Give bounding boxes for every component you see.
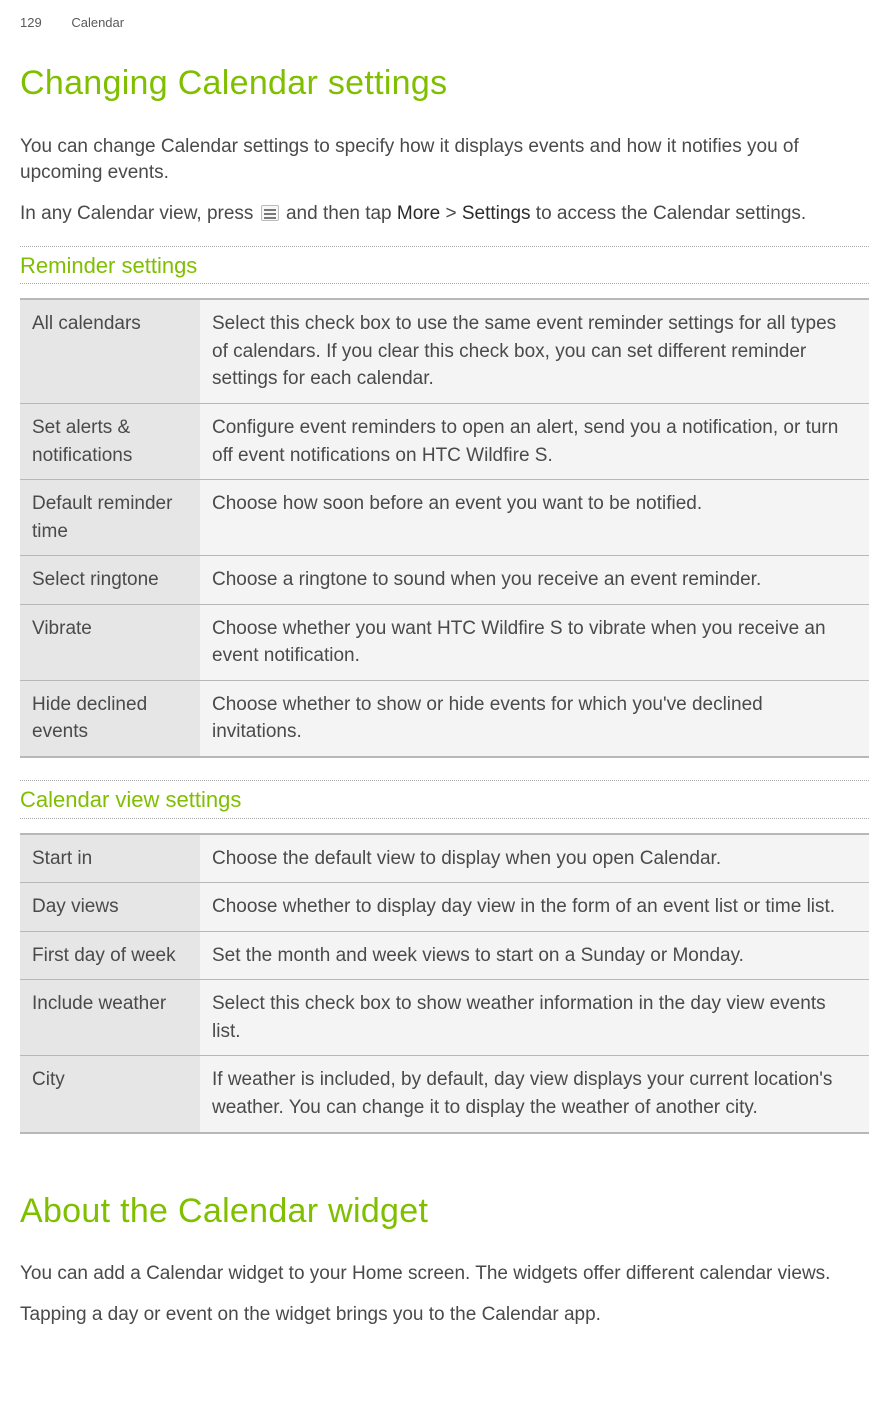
intro-paragraph-1: You can change Calendar settings to spec… bbox=[20, 134, 869, 187]
table-row: Start inChoose the default view to displ… bbox=[20, 834, 869, 883]
section-name: Calendar bbox=[71, 15, 124, 30]
setting-description: Choose the default view to display when … bbox=[200, 834, 869, 883]
setting-description: Select this check box to show weather in… bbox=[200, 980, 869, 1056]
reminder-settings-table: All calendarsSelect this check box to us… bbox=[20, 298, 869, 758]
table-row: Set alerts & notificationsConfigure even… bbox=[20, 404, 869, 480]
setting-label: Default reminder time bbox=[20, 480, 200, 556]
reminder-settings-heading: Reminder settings bbox=[20, 247, 869, 282]
setting-description: Choose whether you want HTC Wildfire S t… bbox=[200, 604, 869, 680]
intro2-tail: to access the Calendar settings. bbox=[536, 203, 806, 224]
setting-label: Day views bbox=[20, 883, 200, 932]
setting-description: Choose how soon before an event you want… bbox=[200, 480, 869, 556]
setting-description: If weather is included, by default, day … bbox=[200, 1056, 869, 1133]
setting-label: First day of week bbox=[20, 931, 200, 980]
setting-label: Include weather bbox=[20, 980, 200, 1056]
setting-label: Vibrate bbox=[20, 604, 200, 680]
table-row: All calendarsSelect this check box to us… bbox=[20, 299, 869, 403]
settings-label: Settings bbox=[462, 203, 531, 224]
setting-description: Configure event reminders to open an ale… bbox=[200, 404, 869, 480]
gt-separator: > bbox=[445, 203, 461, 224]
intro2-post-a: and then tap bbox=[286, 203, 397, 224]
menu-icon bbox=[261, 205, 279, 221]
setting-label: All calendars bbox=[20, 299, 200, 403]
more-label: More bbox=[397, 203, 440, 224]
widget-paragraph-2: Tapping a day or event on the widget bri… bbox=[20, 1302, 869, 1329]
table-row: Hide declined eventsChoose whether to sh… bbox=[20, 680, 869, 757]
setting-label: Start in bbox=[20, 834, 200, 883]
table-row: VibrateChoose whether you want HTC Wildf… bbox=[20, 604, 869, 680]
setting-description: Choose a ringtone to sound when you rece… bbox=[200, 556, 869, 605]
setting-label: Hide declined events bbox=[20, 680, 200, 757]
table-row: Select ringtoneChoose a ringtone to soun… bbox=[20, 556, 869, 605]
intro-paragraph-2: In any Calendar view, press and then tap… bbox=[20, 201, 869, 228]
widget-title: About the Calendar widget bbox=[20, 1188, 869, 1236]
calendar-view-settings-table: Start inChoose the default view to displ… bbox=[20, 833, 869, 1134]
table-row: First day of weekSet the month and week … bbox=[20, 931, 869, 980]
setting-description: Choose whether to show or hide events fo… bbox=[200, 680, 869, 757]
calendar-view-settings-heading: Calendar view settings bbox=[20, 781, 869, 816]
page-title: Changing Calendar settings bbox=[20, 60, 869, 108]
setting-description: Select this check box to use the same ev… bbox=[200, 299, 869, 403]
setting-description: Set the month and week views to start on… bbox=[200, 931, 869, 980]
intro2-pre: In any Calendar view, press bbox=[20, 203, 259, 224]
divider bbox=[20, 818, 869, 819]
setting-label: City bbox=[20, 1056, 200, 1133]
divider bbox=[20, 283, 869, 284]
setting-description: Choose whether to display day view in th… bbox=[200, 883, 869, 932]
page-number: 129 bbox=[20, 15, 42, 30]
table-row: Include weatherSelect this check box to … bbox=[20, 980, 869, 1056]
page-header: 129 Calendar bbox=[20, 14, 869, 32]
setting-label: Select ringtone bbox=[20, 556, 200, 605]
setting-label: Set alerts & notifications bbox=[20, 404, 200, 480]
widget-paragraph-1: You can add a Calendar widget to your Ho… bbox=[20, 1261, 869, 1288]
table-row: Day viewsChoose whether to display day v… bbox=[20, 883, 869, 932]
table-row: CityIf weather is included, by default, … bbox=[20, 1056, 869, 1133]
table-row: Default reminder timeChoose how soon bef… bbox=[20, 480, 869, 556]
